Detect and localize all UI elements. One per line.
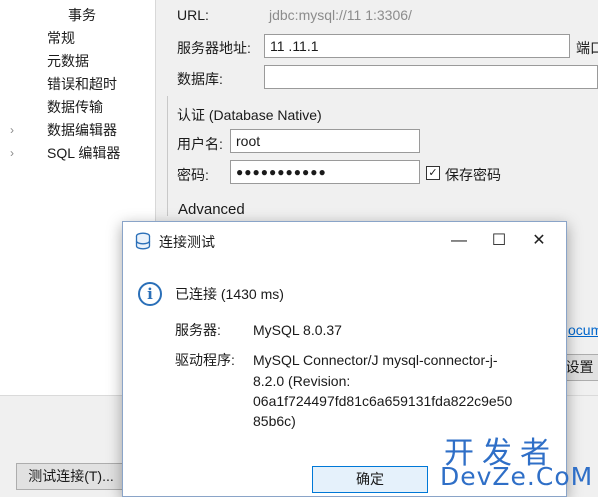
auth-group-border <box>167 96 168 216</box>
tree-item-errors-timeouts[interactable]: 错误和超时 <box>47 73 117 95</box>
tree-item-sql-editor[interactable]: SQL 编辑器 <box>47 142 120 164</box>
driver-line-3: 06a1f724497fd81c6a659131fda822c9e50 <box>253 393 513 409</box>
tree-item-transaction[interactable]: 事务 <box>68 4 96 26</box>
advanced-section-label: Advanced <box>178 201 245 218</box>
minimize-icon[interactable]: — <box>439 226 479 256</box>
server-value: MySQL 8.0.37 <box>253 322 342 338</box>
username-field[interactable]: root <box>230 129 420 153</box>
expand-arrow-icon[interactable]: › <box>10 142 14 164</box>
watermark-en: DevZe.CoM <box>440 462 594 491</box>
dialog-titlebar[interactable]: 连接测试 — ☐ ✕ <box>123 222 566 260</box>
driver-line-2: 8.2.0 (Revision: <box>253 373 351 389</box>
expand-arrow-icon[interactable]: › <box>10 119 14 141</box>
test-connection-button[interactable]: 测试连接(T)... <box>16 463 126 490</box>
host-field[interactable]: 11 .11.1 <box>264 34 570 58</box>
save-password-checkbox[interactable]: ✓ <box>426 166 440 180</box>
dialog-title: 连接测试 <box>159 234 215 250</box>
maximize-icon[interactable]: ☐ <box>479 226 519 256</box>
connection-status: 已连接 (1430 ms) <box>175 286 284 302</box>
tree-item-general[interactable]: 常规 <box>47 27 75 49</box>
driver-line-4: 85b6c) <box>253 413 296 429</box>
tree-item-data-editor[interactable]: 数据编辑器 <box>47 119 117 141</box>
driver-line-1: MySQL Connector/J mysql-connector-j- <box>253 352 498 368</box>
driver-label: 驱动程序: <box>175 352 235 368</box>
close-icon[interactable]: ✕ <box>519 226 559 256</box>
url-field[interactable]: jdbc:mysql://11 1:3306/ <box>264 4 594 28</box>
documentation-link[interactable]: ocum <box>568 322 598 338</box>
database-icon <box>135 232 151 250</box>
site-watermark: 开发者 DevZe.CoM <box>440 428 598 497</box>
database-label: 数据库: <box>177 71 223 87</box>
password-field[interactable]: ●●●●●●●●●●● <box>230 160 420 184</box>
tree-item-metadata[interactable]: 元数据 <box>47 50 89 72</box>
save-password-label[interactable]: 保存密码 <box>445 165 501 185</box>
tree-item-data-transfer[interactable]: 数据传输 <box>47 96 103 118</box>
database-field[interactable] <box>264 65 598 89</box>
username-label: 用户名: <box>177 136 223 152</box>
port-label: 端口 <box>576 40 598 56</box>
auth-group-label: 认证 (Database Native) <box>177 107 322 123</box>
url-label: URL: <box>177 7 209 23</box>
host-label: 服务器地址: <box>177 40 251 56</box>
info-icon: i <box>138 282 162 306</box>
server-label: 服务器: <box>175 322 221 338</box>
ok-button[interactable]: 确定 <box>312 466 428 493</box>
password-label: 密码: <box>177 167 209 183</box>
